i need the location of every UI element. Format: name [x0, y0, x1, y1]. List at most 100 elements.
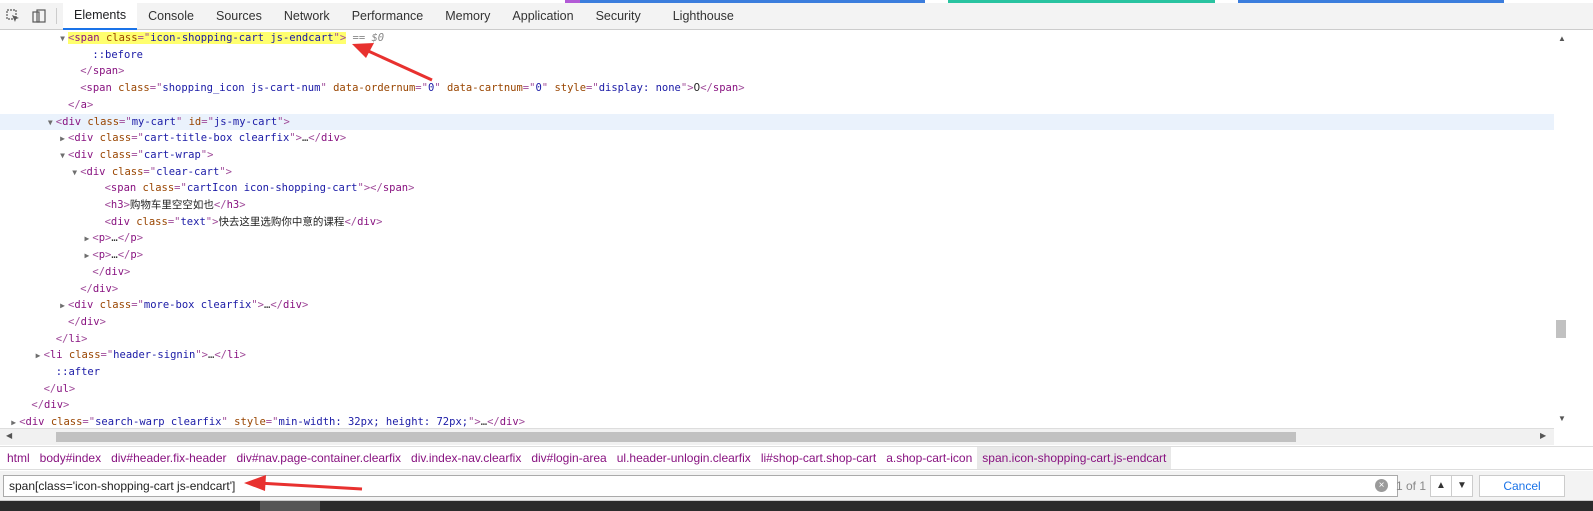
scroll-down-icon[interactable]: ▼ [1558, 414, 1566, 423]
breadcrumb-tag: a [886, 451, 893, 465]
dom-node-line[interactable]: ▼ <div class="clear-cart"> [0, 164, 1554, 181]
dom-node-line[interactable]: ▶ <p>…</p> [0, 247, 1554, 264]
expand-triangle-closed-icon[interactable]: ▶ [81, 248, 92, 265]
dom-node-line[interactable]: ▶ <div class="more-box clearfix">…</div> [0, 297, 1554, 314]
dom-node-line[interactable]: ▶ <li class="header-signin">…</li> [0, 347, 1554, 364]
horizontal-scrollbar[interactable]: ◀ ▶ [0, 428, 1554, 445]
elements-tree[interactable]: ▼ <span class="icon-shopping-cart js-endc… [0, 30, 1554, 428]
breadcrumb-item[interactable]: span.icon-shopping-cart.js-endcart [977, 447, 1172, 469]
breadcrumb-selector: .header-unlogin.clearfix [626, 451, 751, 465]
dom-node-line[interactable]: ::before [0, 47, 1554, 64]
expand-triangle-closed-icon[interactable]: ▶ [8, 415, 19, 428]
breadcrumb-item[interactable]: body#index [35, 447, 106, 469]
dom-node-line[interactable]: </a> [0, 97, 1554, 114]
page-bottom-strip [0, 501, 1593, 511]
token-attr: data-cartnum [446, 82, 523, 95]
node-markup: </span> [80, 65, 124, 77]
breadcrumb-item[interactable]: li#shop-cart.shop-cart [756, 447, 881, 469]
token-br: =" [131, 148, 144, 161]
token-br: "> [219, 165, 232, 178]
token-tag: div [105, 265, 125, 278]
tab-memory[interactable]: Memory [434, 3, 501, 30]
dom-node-line[interactable]: </div> [0, 281, 1554, 298]
token-br: > [376, 215, 383, 228]
token-tag: div [320, 132, 340, 145]
dom-node-line[interactable]: </div> [0, 314, 1554, 331]
dom-node-line[interactable]: <span class="shopping_icon js-cart-num" … [0, 80, 1554, 97]
tab-security[interactable]: Security [585, 3, 652, 30]
breadcrumb-selector: #nav.page-container.clearfix [251, 451, 402, 465]
cancel-button[interactable]: Cancel [1479, 475, 1565, 497]
token-tag: div [74, 132, 94, 145]
dom-node-line[interactable]: ▼ <div class="my-cart" id="js-my-cart"> [0, 113, 1554, 132]
expand-triangle-closed-icon[interactable]: ▶ [57, 131, 68, 148]
expand-triangle-closed-icon[interactable]: ▶ [33, 348, 44, 365]
dom-node-line[interactable]: </li> [0, 331, 1554, 348]
node-markup: <p>…</p> [92, 249, 143, 261]
inspect-icon[interactable] [0, 3, 26, 29]
token-tag: h3 [110, 199, 124, 211]
breadcrumb-item[interactable]: div#login-area [526, 447, 611, 469]
tab-elements[interactable]: Elements [63, 2, 138, 30]
token-tag: span [110, 182, 137, 195]
breadcrumb-item[interactable]: div#nav.page-container.clearfix [232, 447, 407, 469]
tab-sources[interactable]: Sources [205, 3, 273, 30]
dom-node-line[interactable]: ::after [0, 364, 1554, 381]
node-markup: <div class="more-box clearfix">…</div> [68, 299, 308, 311]
token-br: "> [195, 349, 209, 362]
tab-lighthouse[interactable]: Lighthouse [662, 3, 745, 30]
token-tag: li [227, 349, 240, 362]
expand-triangle-closed-icon[interactable]: ▶ [81, 231, 92, 248]
node-markup: ::after [56, 366, 100, 378]
breadcrumb-item[interactable]: ul.header-unlogin.clearfix [612, 447, 756, 469]
scroll-up-icon[interactable]: ▲ [1558, 34, 1566, 43]
dom-node-line[interactable]: </div> [0, 264, 1554, 281]
dom-node-line[interactable]: ▼ <span class="icon-shopping-cart js-endc… [0, 30, 1554, 47]
dom-node-line[interactable]: <h3>购物车里空空如也</h3> [0, 197, 1554, 214]
expand-triangle-closed-icon[interactable]: ▶ [57, 298, 68, 315]
scroll-right-icon[interactable]: ▶ [1540, 431, 1546, 440]
breadcrumb-item[interactable]: div#header.fix-header [106, 447, 231, 469]
chevron-up-icon[interactable]: ▲ [1430, 475, 1452, 497]
token-attr: style [234, 416, 266, 428]
breadcrumb-item[interactable]: html [2, 447, 35, 469]
match-count: 1 of 1 [1396, 479, 1427, 493]
token-br: </ [700, 82, 713, 95]
token-tag: span [712, 82, 739, 95]
dom-node-line[interactable]: ▶ <div class="cart-title-box clearfix">…<… [0, 130, 1554, 147]
expand-triangle-open-icon[interactable]: ▼ [57, 31, 68, 48]
chevron-down-icon[interactable]: ▼ [1451, 475, 1473, 497]
dom-node-line[interactable]: ▶ <div class="search-warp clearfix" style… [0, 414, 1554, 428]
node-markup: <span class="shopping_icon js-cart-num" … [80, 82, 744, 94]
dom-node-line[interactable]: </div> [0, 397, 1554, 414]
vertical-scrollbar[interactable]: ▲ ▼ [1554, 30, 1593, 428]
tab-application[interactable]: Application [501, 3, 584, 30]
expand-triangle-open-icon[interactable]: ▼ [57, 148, 68, 165]
token-br: > [239, 349, 246, 362]
tab-network[interactable]: Network [273, 3, 341, 30]
dom-node-line[interactable]: </ul> [0, 381, 1554, 398]
token-br: "> [357, 182, 371, 195]
tab-console[interactable]: Console [137, 3, 205, 30]
devtools-toolbar: Elements Console Sources Network Performance… [0, 2, 1593, 30]
dom-node-line[interactable]: ▼ <div class="cart-wrap"> [0, 147, 1554, 164]
node-markup: </div> [92, 266, 130, 278]
token-br: > [124, 265, 131, 278]
device-toggle-icon[interactable] [26, 3, 52, 29]
expand-triangle-open-icon[interactable]: ▼ [69, 165, 80, 182]
search-input[interactable]: span[class='icon-shopping-cart js-endcar… [3, 475, 1398, 497]
scroll-left-icon[interactable]: ◀ [6, 431, 12, 440]
expand-triangle-open-icon[interactable]: ▼ [45, 115, 56, 132]
dom-node-line[interactable]: <div class="text">快去这里选购你中意的课程</div> [0, 214, 1554, 231]
clear-icon[interactable]: × [1375, 479, 1388, 492]
dom-node-line[interactable]: </span> [0, 63, 1554, 80]
token-br: </ [213, 199, 227, 211]
breadcrumb-item[interactable]: a.shop-cart-icon [881, 447, 977, 469]
horizontal-scroll-thumb[interactable] [56, 432, 1296, 442]
vertical-scroll-thumb[interactable] [1556, 320, 1566, 338]
dom-node-line[interactable]: <span class="cartIcon icon-shopping-cart… [0, 180, 1554, 197]
token-tag: h3 [226, 199, 240, 211]
breadcrumb-item[interactable]: div.index-nav.clearfix [406, 447, 526, 469]
dom-node-line[interactable]: ▶ <p>…</p> [0, 230, 1554, 247]
tab-performance[interactable]: Performance [341, 3, 435, 30]
